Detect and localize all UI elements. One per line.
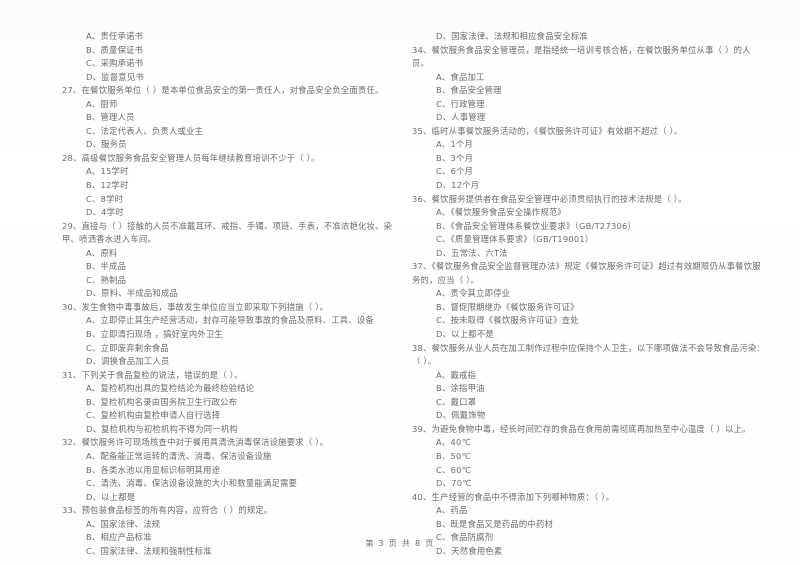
option-item: B、既是食品又是药品的中药材 [436,518,554,529]
option-item: C、熟制品 [86,274,127,285]
question-27: 27、在餐饮服务单位（ ）是本单位食品安全的第一责任人，对食品安全负全面责任。 … [62,84,392,152]
option-item: A、食品加工 [436,71,485,82]
question-stem: 31、下列关于食品复检的说法，错误的是（ ）。 [62,369,243,380]
option-item: C、戴口罩 [436,396,477,407]
option-item: C、60℃ [436,464,472,475]
question-33: 33、预包装食品标签的所有内容，应符合（ ）的规定。 A、国家法律、法规 B、相… [62,504,392,558]
question-stem: 29、直接与（ ）接触的人员不准戴耳环、戒指、手镯、项链、手表，不准浓艳化妆、染 [62,220,393,231]
question-stem: 34、餐饮服务食品安全管理员，是指经统一培训考核合格，在餐饮服务单位从事（ ）的… [412,44,751,55]
option-item: D、监督意见书 [86,71,144,82]
option-item: A、配备能正常运转的清洗、消毒、保洁设备设施 [86,450,272,461]
question-stem: 39、为避免食物中毒，经长时间贮存的食品在食用前需彻底再加热至中心温度（ ）以上… [412,423,751,434]
question-29: 29、直接与（ ）接触的人员不准戴耳环、戒指、手镯、项链、手表，不准浓艳化妆、染… [62,220,392,301]
left-column: A、责任承诺书 B、质量保证书 C、采购承诺书 D、监督意见书 27、在餐饮服务… [0,30,400,558]
option-item: B、涂指甲油 [436,383,485,394]
option-item: B、督促限期继办《餐饮服务许可证》 [436,301,579,312]
option-item: A、责任承诺书 [86,31,144,41]
option-item: C、清洗、消毒、保洁设备设施的大小和数量能满足需要 [86,478,298,489]
question-stem: 35、临时从事餐饮服务活动的，《餐饮服务许可证》有效期不超过（ ）。 [412,125,683,136]
two-column-body: A、责任承诺书 B、质量保证书 C、采购承诺书 D、监督意见书 27、在餐饮服务… [0,30,800,558]
question-stem: 37、《餐饮服务食品安全监督管理办法》规定《餐饮服务许可证》超过有效期限仍从事餐… [412,261,761,272]
question-stem: 32、餐饮服务许可现场核查中对于餐用具清洗消毒保洁设施要求（ ）。 [62,437,329,448]
scanned-exam-page: A、责任承诺书 B、质量保证书 C、采购承诺书 D、监督意见书 27、在餐饮服务… [0,0,800,565]
option-item: B、复检机构名录由国务院卫生行政公布 [86,396,238,407]
option-item: B、食品安全管理 [436,85,502,96]
question-stem: 27、在餐饮服务单位（ ）是本单位食品安全的第一责任人，对食品安全负全面责任。 [62,85,384,96]
option-item: B、质量保证书 [86,44,144,55]
option-item: B、12学时 [86,180,129,191]
option-item: D、12个月 [436,180,480,191]
question-stem-continuation: 员。 [412,58,430,69]
option-item: C、《质量管理体系要求》（GB/T19001） [436,234,594,245]
option-item: A、戴戒指 [436,369,477,380]
option-item: A、复检机构出具的复检结论为最终检验结论 [86,383,255,394]
option-item: C、复检机构由复检申请人自行选择 [86,410,221,421]
page-footer: 第 3 页 共 8 页 [365,539,435,548]
option-item: D、五常法、六T法 [436,247,508,258]
option-item: D、调换食品加工人员 [86,356,170,367]
question-38: 38、餐饮服务从业人员在加工制作过程中应保持个人卫生，以下哪项做法不会导致食品污… [412,342,790,423]
option-item: A、国家法律、法规 [86,518,161,529]
option-item: C、按未取得《餐饮服务许可证》查处 [436,315,579,326]
option-item: A、责令其立即停业 [436,288,511,299]
question-stem: 30、发生食物中毒事故后，事故发生单位应当立即采取下列措施（ ）。 [62,301,329,312]
question-stem: 40、生产经营的食品中不得添加下列哪种物质：（ ）。 [412,491,615,502]
option-item: B、《食品安全管理体系餐饮业要求》（GB/T27306） [436,220,637,231]
option-item: D、佩戴饰物 [436,410,486,421]
option-item: B、3个月 [436,152,474,163]
question-30: 30、发生食物中毒事故后，事故发生单位应当立即采取下列措施（ ）。 A、立即停止… [62,301,392,369]
option-item: B、半成品 [86,261,127,272]
option-item: C、8学时 [86,193,124,204]
option-item: D、国家法律、法规和相应食品安全标准 [436,31,588,41]
option-item: C、立即废弃剩余食品 [86,342,169,353]
option-item: C、6个月 [436,166,474,177]
question-36: 36、餐饮服务提供者在食品安全管理中必须贯彻执行的技术法规是（ ）。 A、《餐饮… [412,193,790,261]
option-item: D、原料、半成品和成品 [86,288,179,299]
option-item: D、以上都不是 [436,329,494,340]
question-37: 37、《餐饮服务食品安全监督管理办法》规定《餐饮服务许可证》超过有效期限仍从事餐… [412,260,790,341]
option-item: C、行政管理 [436,98,485,109]
orphan-options-right: D、国家法律、法规和相应食品安全标准 [412,30,790,44]
option-item: D、服务员 [86,139,127,150]
option-item: B、各类水池以用显标识标明其用途 [86,464,221,475]
question-stem-continuation: （ ）。 [412,356,437,367]
option-item: A、40℃ [436,437,472,448]
question-stem: 38、餐饮服务从业人员在加工制作过程中应保持个人卫生，以下哪项做法不会导致食品污… [412,342,765,353]
option-item: D、70℃ [436,478,472,489]
option-item: A、药品 [436,505,468,516]
option-item: A、原料 [86,247,118,258]
question-stem: 33、预包装食品标签的所有内容，应符合（ ）的规定。 [62,505,273,516]
right-column: D、国家法律、法规和相应食品安全标准 34、餐饮服务食品安全管理员，是指经统一培… [400,30,800,558]
orphan-options-left: A、责任承诺书 B、质量保证书 C、采购承诺书 D、监督意见书 [62,30,392,84]
option-item: D、4学时 [86,207,124,218]
question-stem: 36、餐饮服务提供者在食品安全管理中必须贯彻执行的技术法规是（ ）。 [412,193,687,204]
option-item: A、厨师 [86,98,118,109]
question-stem-continuation: 务的，应当（ ）。 [412,274,480,285]
option-item: A、1个月 [436,139,474,150]
option-item: D、人事管理 [436,112,486,123]
option-item: C、法定代表人、负责人或业主 [86,125,204,136]
option-item: D、复检机构与初检机构不得为同一机构 [86,423,238,434]
question-stem-continuation: 甲、喷洒香水进入车间。 [62,234,157,245]
question-35: 35、临时从事餐饮服务活动的，《餐饮服务许可证》有效期不超过（ ）。 A、1个月… [412,125,790,193]
option-item: B、管理人员 [86,112,135,123]
question-stem: 28、高级餐饮服务食品安全管理人员每年继续教育培训不少于（ ）。 [62,152,320,163]
option-item: B、50℃ [436,450,472,461]
option-item: A、《餐饮服务食品安全操作规范》 [436,207,566,218]
option-item: A、15学时 [86,166,129,177]
question-34: 34、餐饮服务食品安全管理员，是指经统一培训考核合格，在餐饮服务单位从事（ ）的… [412,44,790,125]
option-item: D、以上都是 [86,491,136,502]
question-28: 28、高级餐饮服务食品安全管理人员每年继续教育培训不少于（ ）。 A、15学时 … [62,152,392,220]
option-item: A、立即停止其生产经营活动，封存可能导致事故的食品及原料、工具、设备 [86,315,374,326]
option-item: B、立即清扫现场 ，搞好室内外卫生 [86,329,224,340]
option-item: C、采购承诺书 [86,58,144,69]
question-32: 32、餐饮服务许可现场核查中对于餐用具清洗消毒保洁设施要求（ ）。 A、配备能正… [62,436,392,504]
question-31: 31、下列关于食品复检的说法，错误的是（ ）。 A、复检机构出具的复检结论为最终… [62,369,392,437]
question-39: 39、为避免食物中毒，经长时间贮存的食品在食用前需彻底再加热至中心温度（ ）以上… [412,423,790,491]
